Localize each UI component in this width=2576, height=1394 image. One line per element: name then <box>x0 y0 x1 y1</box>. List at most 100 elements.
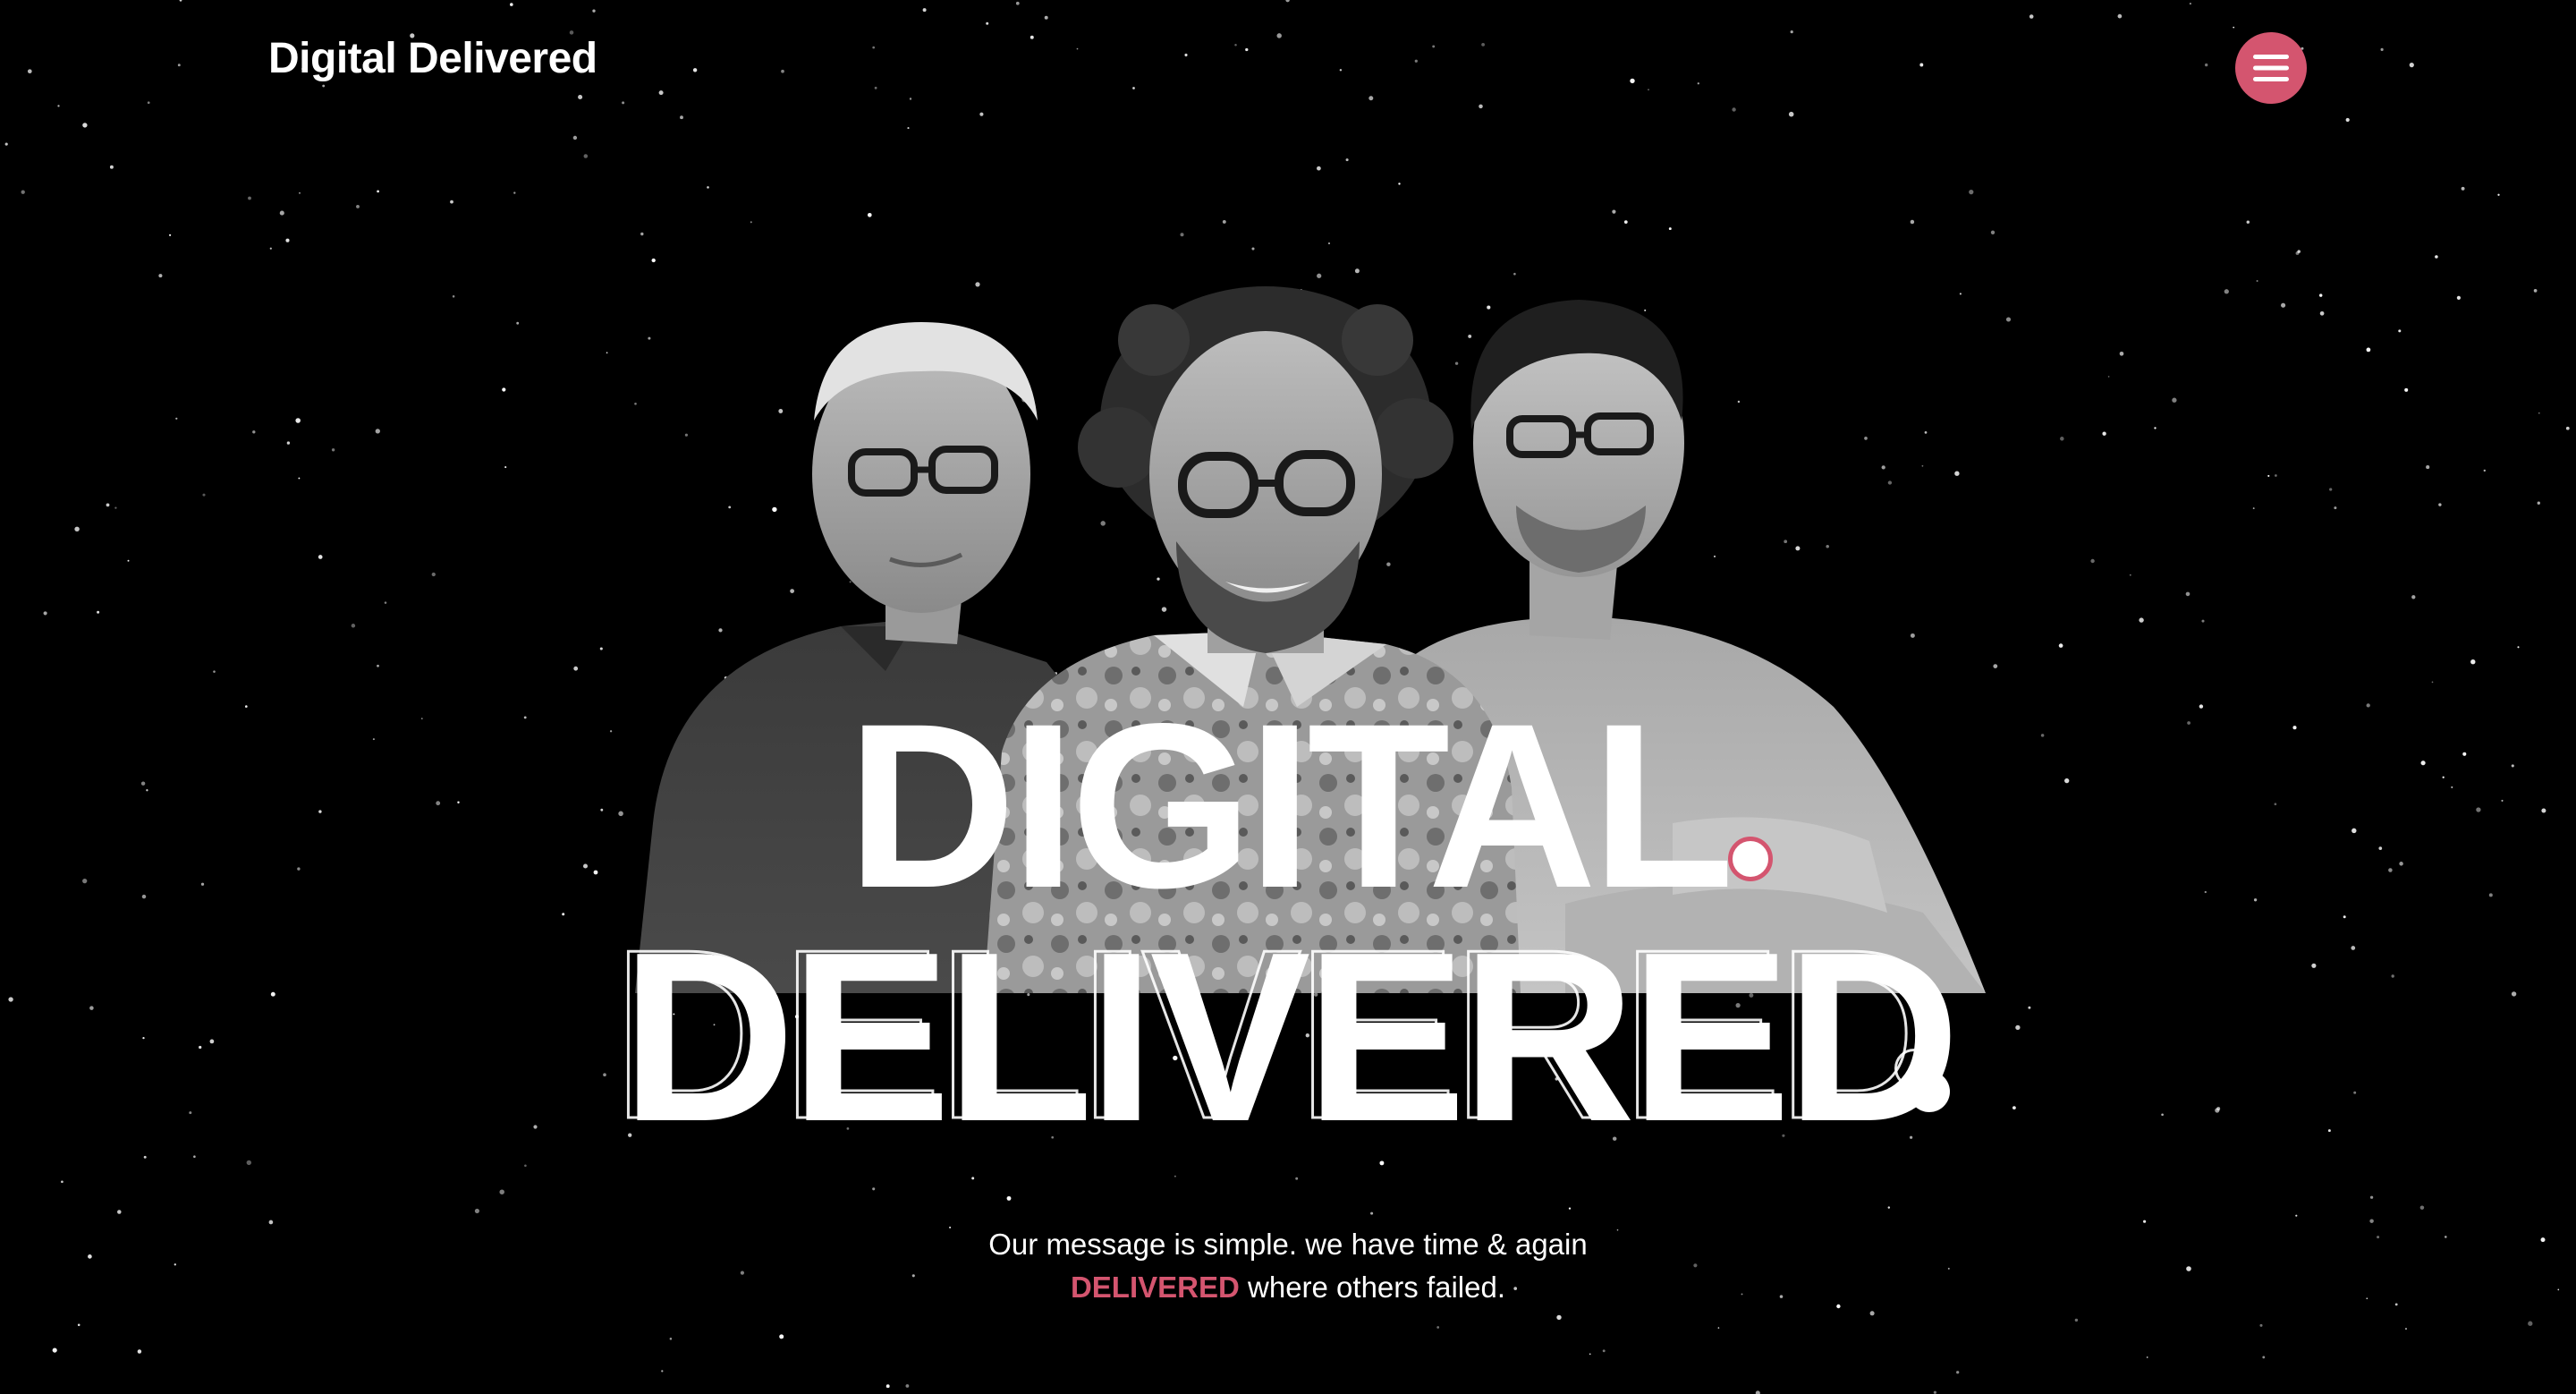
site-logo[interactable]: Digital Delivered <box>268 34 597 83</box>
star <box>606 352 608 354</box>
star <box>979 112 984 116</box>
star <box>384 601 387 604</box>
star <box>2565 426 2570 430</box>
star <box>375 429 380 434</box>
star <box>377 664 379 667</box>
star <box>872 46 876 49</box>
star <box>1788 111 1794 117</box>
hamburger-menu-icon <box>2253 55 2289 81</box>
star <box>1398 183 1401 185</box>
star <box>2074 1318 2079 1322</box>
star <box>1630 78 1635 84</box>
star <box>2107 376 2110 378</box>
star <box>1887 1206 1891 1209</box>
star <box>2029 14 2034 19</box>
star <box>1990 230 1996 234</box>
star <box>2005 317 2012 322</box>
star <box>2438 503 2442 506</box>
star <box>1556 1314 1562 1321</box>
star <box>1174 1175 1176 1177</box>
star <box>909 98 912 100</box>
star <box>2334 506 2337 510</box>
star <box>1180 233 1184 237</box>
star <box>578 94 583 100</box>
star <box>1668 227 1672 231</box>
star <box>1345 158 1349 162</box>
star <box>2119 351 2124 356</box>
star <box>2146 1356 2148 1358</box>
star <box>1919 63 1924 67</box>
star <box>1436 1326 1440 1329</box>
star <box>295 418 301 423</box>
star <box>1933 1390 1937 1394</box>
star <box>1276 33 1282 38</box>
star <box>2201 619 2205 623</box>
star <box>2090 558 2095 564</box>
star <box>147 101 150 105</box>
star <box>2435 255 2438 259</box>
star <box>640 232 644 236</box>
star <box>248 196 251 200</box>
star <box>2060 437 2064 441</box>
star <box>1432 45 1436 48</box>
star <box>158 274 163 278</box>
star <box>474 1208 479 1213</box>
star <box>2129 574 2131 576</box>
star <box>658 90 664 96</box>
star <box>2366 347 2371 353</box>
star <box>177 64 181 67</box>
star <box>2517 646 2520 649</box>
tagline-line-1: Our message is simple. we have time & ag… <box>988 1228 1588 1261</box>
star <box>2345 117 2350 123</box>
star <box>1969 189 1974 195</box>
star <box>2456 295 2461 300</box>
star <box>1317 273 1322 278</box>
star <box>573 666 579 671</box>
star <box>127 559 130 562</box>
star <box>2537 501 2540 505</box>
star <box>499 1189 504 1194</box>
star <box>298 477 301 480</box>
star <box>922 8 927 13</box>
star <box>516 321 520 325</box>
star <box>592 9 596 13</box>
star <box>61 1180 64 1184</box>
star <box>2205 63 2208 67</box>
star <box>2297 250 2301 253</box>
star <box>779 1334 784 1339</box>
star <box>318 555 323 559</box>
star <box>1732 107 1736 112</box>
star <box>2398 329 2402 333</box>
star <box>1370 1211 1374 1215</box>
star <box>1295 1177 1299 1180</box>
star <box>1030 35 1034 39</box>
star <box>2404 387 2409 392</box>
star <box>1648 89 1649 91</box>
star <box>82 123 88 128</box>
star <box>2533 289 2538 293</box>
star <box>114 506 117 509</box>
star <box>872 1187 876 1191</box>
star <box>2224 289 2229 294</box>
star <box>322 84 326 88</box>
star <box>1513 272 1516 276</box>
star <box>2318 293 2323 297</box>
star <box>907 127 910 130</box>
star <box>1869 1311 1875 1316</box>
star <box>431 572 436 577</box>
solid-dot <box>1909 1071 1950 1112</box>
star <box>77 1323 80 1327</box>
star <box>1368 96 1374 101</box>
star <box>651 258 656 263</box>
star <box>1222 219 1226 224</box>
star <box>1184 53 1188 57</box>
star <box>1602 1349 1606 1353</box>
star <box>1568 1207 1572 1210</box>
star <box>1234 43 1237 47</box>
star <box>971 1177 975 1180</box>
star <box>2275 474 2277 477</box>
menu-button[interactable] <box>2235 32 2307 104</box>
star <box>179 0 182 2</box>
star <box>252 430 256 434</box>
star <box>1956 1371 1960 1374</box>
